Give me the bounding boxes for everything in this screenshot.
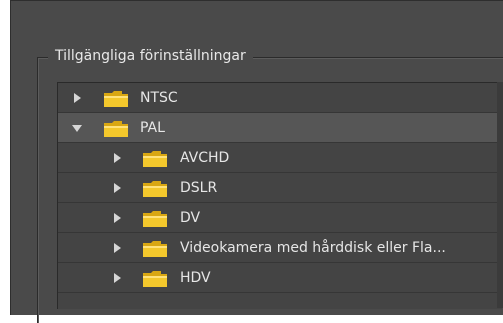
- tree-item-label: NTSC: [140, 90, 178, 106]
- collapsed-triangle-icon[interactable]: [111, 152, 123, 164]
- tree-item-label: DSLR: [180, 180, 218, 196]
- folder-icon: [143, 271, 167, 287]
- tree-item-label: PAL: [140, 120, 165, 136]
- collapsed-triangle-icon[interactable]: [111, 242, 123, 254]
- presets-group-label: Tillgängliga förinställningar: [48, 46, 253, 66]
- tree-item-hdv[interactable]: HDV: [58, 263, 502, 293]
- tree-item-label: Videokamera med hårddisk eller Fla...: [180, 240, 446, 256]
- tree-item-label: AVCHD: [180, 150, 230, 166]
- collapsed-triangle-icon[interactable]: [111, 182, 123, 194]
- folder-icon: [143, 181, 167, 197]
- folder-icon: [104, 121, 128, 137]
- tree-item-videokamera-med-hårddisk-eller-fla[interactable]: Videokamera med hårddisk eller Fla...: [58, 233, 502, 263]
- tree-item-pal[interactable]: PAL: [58, 113, 502, 143]
- folder-icon: [143, 151, 167, 167]
- presets-tree[interactable]: NTSC PAL AVCHD DSLR DV Videokamera med hårddi…: [57, 82, 502, 309]
- collapsed-triangle-icon[interactable]: [71, 92, 83, 104]
- collapsed-triangle-icon[interactable]: [111, 272, 123, 284]
- folder-icon: [143, 241, 167, 257]
- folder-icon: [104, 91, 128, 107]
- tree-item-dslr[interactable]: DSLR: [58, 173, 502, 203]
- tree-item-avchd[interactable]: AVCHD: [58, 143, 502, 173]
- tree-scroll-edge: [497, 82, 503, 308]
- tree-item-ntsc[interactable]: NTSC: [58, 83, 502, 113]
- tree-item-label: DV: [180, 210, 201, 226]
- collapsed-triangle-icon[interactable]: [111, 212, 123, 224]
- tree-item-dv[interactable]: DV: [58, 203, 502, 233]
- expanded-triangle-icon[interactable]: [71, 122, 83, 134]
- tree-item-label: HDV: [180, 270, 211, 286]
- folder-icon: [143, 211, 167, 227]
